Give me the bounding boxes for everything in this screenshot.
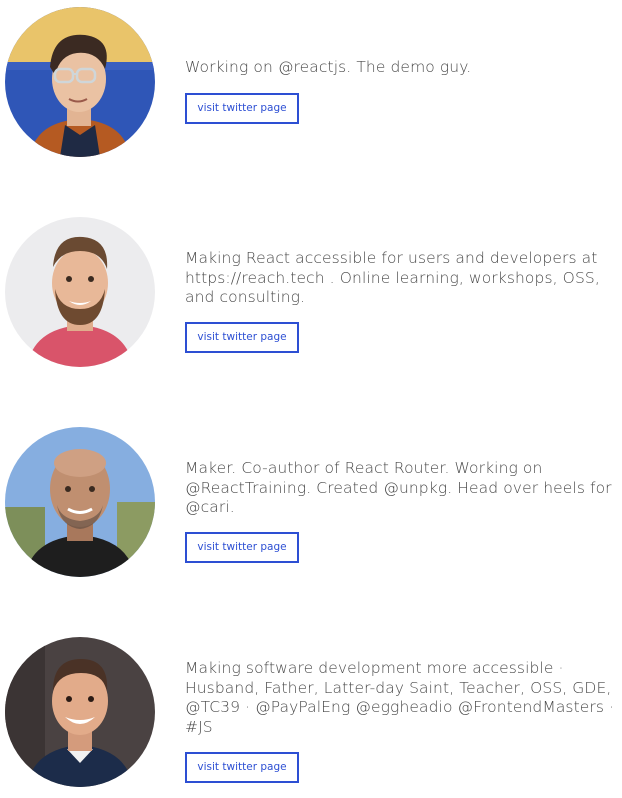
profile-bio: Making software development more accessi… xyxy=(185,659,615,736)
visit-twitter-button[interactable]: visit twitter page xyxy=(185,322,299,353)
visit-twitter-button[interactable]: visit twitter page xyxy=(185,752,299,783)
person-avatar-icon xyxy=(5,637,155,787)
person-avatar-icon xyxy=(5,7,155,157)
visit-twitter-button[interactable]: visit twitter page xyxy=(185,532,299,563)
profile-bio: Maker. Co-author of React Router. Workin… xyxy=(185,459,612,516)
profile-bio: Working on @reactjs. The demo guy. xyxy=(185,58,472,76)
visit-twitter-button[interactable]: visit twitter page xyxy=(185,93,299,124)
person-avatar-icon xyxy=(5,427,155,577)
profile-bio: Making React accessible for users and de… xyxy=(185,249,600,306)
person-avatar-icon xyxy=(5,217,155,367)
